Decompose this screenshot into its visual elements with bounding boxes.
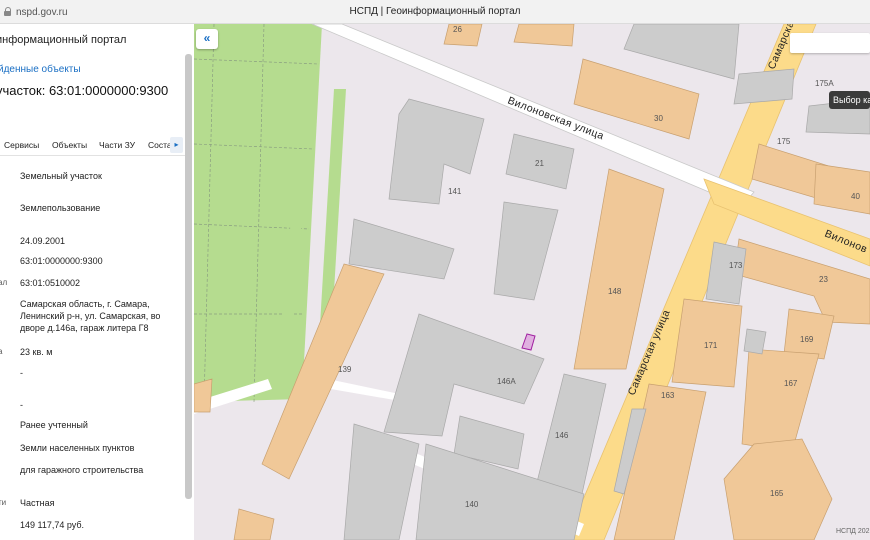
attribute-value: 24.09.2001	[20, 236, 66, 246]
building-number: 171	[704, 341, 718, 350]
building-number: 26	[453, 25, 462, 34]
browser-chrome: nspd.gov.ru НСПД | Геоинформационный пор…	[0, 0, 870, 24]
window-title: НСПД | Геоинформационный портал	[349, 6, 521, 17]
attribute-label: ти	[0, 498, 7, 507]
panel-scrollbar[interactable]	[185, 54, 192, 499]
selected-parcel	[521, 333, 536, 351]
building-number: 141	[448, 187, 462, 196]
attribute-value: 23 кв. м	[20, 347, 53, 357]
info-panel: информационный портал йденные объекты уч…	[0, 24, 194, 540]
tab-bar: Сервисы Объекты Части ЗУ Соста ▸	[0, 134, 185, 156]
attribute-value: 63:01:0000000:9300	[20, 256, 103, 266]
collapse-panel-icon[interactable]: «	[196, 29, 218, 49]
building-number: 30	[654, 114, 663, 123]
park-area	[194, 24, 322, 402]
building-number: 148	[608, 287, 622, 296]
attribute-value: Ранее учтенный	[20, 420, 88, 430]
map-svg: 26 30 175А 175 40 21 141 173 23 148 169 …	[194, 24, 870, 540]
tab-objects[interactable]: Объекты	[52, 140, 87, 150]
building-number: 167	[784, 379, 798, 388]
building-number: 175А	[815, 79, 834, 88]
attribute-value: Частная	[20, 498, 55, 508]
tab-services[interactable]: Сервисы	[4, 140, 39, 150]
building-number: 21	[535, 159, 544, 168]
attribute-value: дворе д.146а, гараж литера Г8	[20, 323, 149, 333]
attribute-value: Самарская область, г. Самара,	[20, 299, 150, 309]
attribute-value: 63:01:0510002	[20, 278, 81, 288]
building-number: 23	[819, 275, 828, 284]
map-search-input[interactable]	[790, 33, 870, 53]
tab-composition[interactable]: Соста	[148, 140, 172, 150]
building-number: 175	[777, 137, 791, 146]
attribute-value: -	[20, 368, 23, 378]
building-number: 140	[465, 500, 479, 509]
building-number: 139	[338, 365, 352, 374]
portal-title: информационный портал	[0, 34, 127, 46]
tabs-scroll-right-icon[interactable]: ▸	[170, 137, 183, 153]
attribute-value: Земли населенных пунктов	[20, 443, 135, 453]
building-number: 40	[851, 192, 860, 201]
map-canvas[interactable]: 26 30 175А 175 40 21 141 173 23 148 169 …	[194, 24, 870, 540]
attribute-value: Землепользование	[20, 203, 101, 213]
found-objects-link[interactable]: йденные объекты	[0, 64, 81, 75]
building-number: 169	[800, 335, 814, 344]
attribute-value: 149 117,74 руб.	[20, 520, 85, 530]
attribute-value: Ленинский р-н, ул. Самарская, во	[20, 311, 161, 321]
attribute-value: для гаражного строительства	[20, 465, 144, 475]
building-number: 146А	[497, 377, 516, 386]
attribute-value: Земельный участок	[20, 171, 102, 181]
building-number: 173	[729, 261, 743, 270]
attribute-value: -	[20, 400, 23, 410]
copyright-text: НСПД 202	[836, 528, 870, 535]
tab-parts[interactable]: Части ЗУ	[99, 140, 135, 150]
building-number: 163	[661, 391, 675, 400]
attribute-label: а	[0, 347, 3, 356]
object-heading: участок: 63:01:0000000:9300	[0, 83, 169, 98]
building-number: 146	[555, 431, 569, 440]
attribute-label: ал	[0, 278, 8, 287]
select-tooltip: Выбор ка	[829, 91, 870, 109]
building-number: 165	[770, 489, 784, 498]
